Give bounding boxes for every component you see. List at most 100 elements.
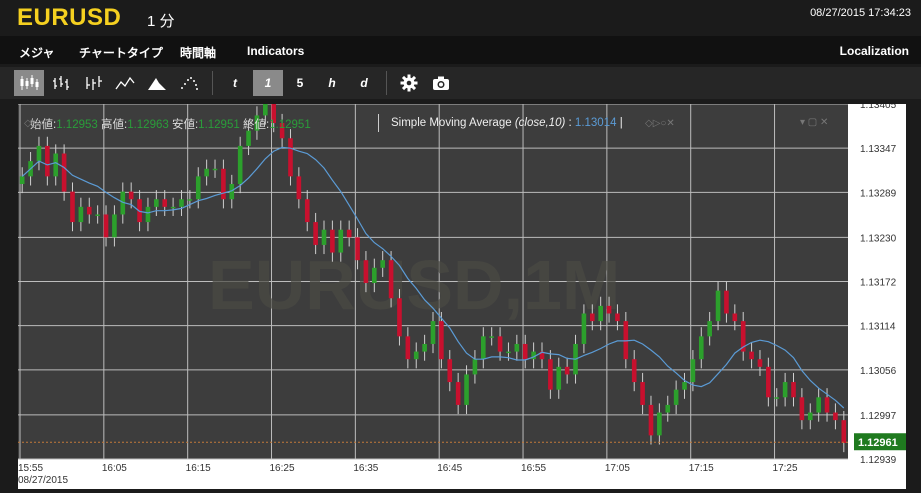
candle-body bbox=[841, 420, 847, 444]
sma-cursor: | bbox=[619, 117, 623, 129]
candle-body bbox=[363, 260, 369, 284]
ohlc-legend: 始値:1.12953 高値:1.12963 安値:1.12951 終値:1.12… bbox=[30, 116, 311, 132]
chart-area[interactable]: 1.13405 1.13347 1.13289 1.13230 1.13172 1.131… bbox=[18, 104, 906, 489]
candle-body bbox=[246, 130, 251, 146]
symbol-title: EURUSD bbox=[17, 4, 122, 31]
candle-body bbox=[472, 359, 478, 375]
timeframe-day[interactable]: d bbox=[349, 70, 379, 96]
candle-body bbox=[816, 397, 821, 413]
area-icon[interactable] bbox=[142, 70, 172, 96]
candle-body bbox=[413, 351, 419, 360]
gear-icon[interactable] bbox=[394, 70, 424, 96]
camera-icon[interactable] bbox=[426, 70, 456, 96]
period-label: 1 分 bbox=[147, 13, 175, 30]
hlc-icon[interactable] bbox=[78, 70, 108, 96]
x-tick-label: 16:55 bbox=[521, 463, 546, 474]
menu-indicators[interactable]: Indicators bbox=[247, 44, 304, 58]
candle-body bbox=[405, 336, 411, 360]
candle-body bbox=[304, 199, 310, 223]
candle-body bbox=[221, 168, 226, 200]
candle-body bbox=[112, 214, 117, 238]
candle-body bbox=[598, 305, 603, 322]
candle-body bbox=[430, 321, 436, 344]
y-tick-label: 1.13405 bbox=[860, 104, 897, 111]
candle-body bbox=[548, 359, 553, 390]
candle-body bbox=[128, 191, 134, 200]
x-date-label: 08/27/2015 bbox=[18, 475, 68, 486]
candle-body bbox=[774, 397, 780, 399]
x-tick-label: 16:05 bbox=[102, 463, 127, 474]
x-tick-label: 16:25 bbox=[270, 463, 295, 474]
ohlc-icon[interactable] bbox=[46, 70, 76, 96]
menu-bar: メジャ チャートタイプ 時間軸 Indicators Localization bbox=[0, 36, 921, 64]
candle-body bbox=[807, 412, 813, 421]
candle-body bbox=[179, 199, 184, 207]
candle-body bbox=[665, 404, 671, 413]
candle-body bbox=[606, 305, 612, 314]
candle-body bbox=[263, 104, 268, 116]
toolbar-separator bbox=[386, 71, 387, 95]
sma-separator: : bbox=[568, 117, 572, 129]
candle-body bbox=[799, 397, 805, 421]
menu-localization[interactable]: Localization bbox=[840, 44, 909, 58]
low-value: 1.12951 bbox=[198, 119, 240, 131]
candle-body bbox=[61, 153, 67, 192]
candle-body bbox=[732, 313, 738, 322]
x-tick-label: 16:15 bbox=[186, 463, 211, 474]
candle-body bbox=[757, 359, 763, 367]
x-tick-label: 16:35 bbox=[353, 463, 378, 474]
menu-timeframe[interactable]: 時間軸 bbox=[180, 44, 216, 61]
high-label: 高値: bbox=[100, 119, 128, 131]
candle-body bbox=[682, 382, 687, 390]
x-tick-label: 17:05 bbox=[605, 463, 630, 474]
candle-body bbox=[640, 382, 645, 405]
candle-body bbox=[355, 237, 360, 261]
sma-label: Simple Moving Average bbox=[391, 117, 512, 129]
candle-body bbox=[782, 382, 788, 398]
y-tick-label: 1.13289 bbox=[860, 188, 897, 199]
sma-controls-icon[interactable]: ◇▷○✕ bbox=[645, 118, 675, 129]
menu-chart-type[interactable]: チャートタイプ bbox=[79, 44, 163, 61]
candle-body bbox=[447, 359, 453, 383]
candle-body bbox=[36, 145, 42, 162]
candle-body bbox=[489, 336, 494, 338]
candle-body bbox=[522, 343, 528, 360]
candlestick-icon[interactable] bbox=[14, 70, 44, 96]
y-tick-label: 1.13114 bbox=[860, 322, 896, 333]
chart-watermark: EURUSD,1M bbox=[208, 246, 620, 324]
timeframe-tick[interactable]: t bbox=[220, 70, 250, 96]
candle-body bbox=[154, 199, 159, 207]
candle-body bbox=[623, 321, 629, 360]
price-chart[interactable]: 1.13405 1.13347 1.13289 1.13230 1.13172 1.131… bbox=[18, 104, 906, 489]
candle-body bbox=[338, 229, 344, 253]
timeframe-hour[interactable]: h bbox=[317, 70, 347, 96]
candle-body bbox=[791, 382, 796, 398]
datetime-label: 08/27/2015 17:34:23 bbox=[810, 7, 911, 19]
candle-body bbox=[824, 397, 830, 413]
candle-body bbox=[698, 336, 704, 360]
candle-body bbox=[615, 313, 620, 322]
candle-body bbox=[833, 412, 838, 421]
candle-body bbox=[330, 229, 335, 253]
toolbar-separator bbox=[212, 71, 213, 95]
candle-body bbox=[397, 298, 402, 337]
y-tick-label: 1.13230 bbox=[860, 233, 897, 244]
sma-params: (close,10) bbox=[514, 117, 566, 129]
close-value: 1.12951 bbox=[269, 119, 311, 131]
menu-measure[interactable]: メジャ bbox=[19, 44, 54, 61]
timeframe-5m[interactable]: 5 bbox=[285, 70, 315, 96]
candle-body bbox=[237, 145, 243, 184]
x-tick-label: 17:25 bbox=[773, 463, 798, 474]
line-icon[interactable] bbox=[110, 70, 140, 96]
candle-body bbox=[514, 343, 520, 352]
candle-body bbox=[313, 222, 318, 245]
close-label: 終値: bbox=[242, 119, 270, 131]
pane-controls-icon[interactable]: ◇▷○ bbox=[24, 118, 45, 129]
dots-icon[interactable] bbox=[174, 70, 204, 96]
candle-body bbox=[707, 321, 712, 337]
candle-body bbox=[103, 214, 109, 238]
pane-collapse-icon[interactable]: ▾ ▢ ✕ bbox=[800, 117, 828, 128]
timeframe-1m[interactable]: 1 bbox=[253, 70, 283, 96]
candle-body bbox=[204, 168, 209, 177]
candle-body bbox=[464, 374, 469, 405]
